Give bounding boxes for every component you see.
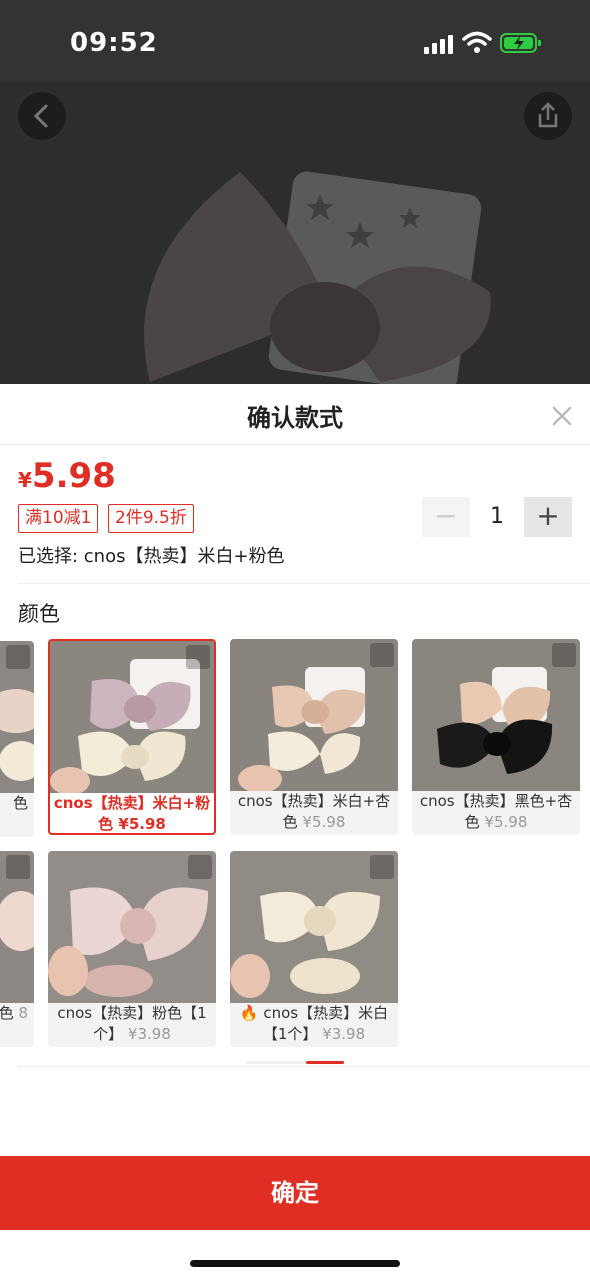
battery-icon	[500, 33, 541, 53]
variant-card[interactable]: 🔥 cnos【热卖】米白【1个】 ¥3.98	[230, 851, 398, 1047]
variant-grid: 色 cnos【热卖】米白+粉色 ¥5.98 cnos【热卖】米白+杏色 ¥5.9…	[0, 639, 590, 1059]
variant-price: ¥5.98	[302, 813, 346, 831]
status-time: 09:52	[70, 28, 158, 58]
style-select-sheet: 确认款式 ¥5.98 满10减1 2件9.5折 − 1 + 已选择: cnos【…	[0, 384, 590, 1280]
variant-name: 色	[0, 1004, 14, 1022]
share-icon	[538, 102, 558, 128]
close-icon[interactable]	[546, 400, 578, 432]
variant-card[interactable]: cnos【热卖】米白+杏色 ¥5.98	[230, 639, 398, 835]
variant-price: ¥3.98	[322, 1025, 366, 1043]
quantity-increase-button[interactable]: +	[524, 497, 572, 537]
expand-icon[interactable]	[6, 645, 30, 669]
selected-variant-label: 已选择: cnos【热卖】米白+粉色	[18, 546, 285, 567]
wifi-icon	[462, 31, 492, 53]
share-button[interactable]	[524, 92, 572, 140]
quantity-value[interactable]: 1	[476, 497, 518, 537]
product-image-backdrop	[0, 82, 590, 384]
scroll-indicator-thumb	[306, 1061, 344, 1064]
confirm-button[interactable]: 确定	[0, 1156, 590, 1230]
section-label-color: 颜色	[18, 602, 60, 626]
price-value: 5.98	[31, 456, 116, 496]
variant-price: ¥5.98	[484, 813, 528, 831]
variant-card[interactable]: 色	[0, 641, 34, 837]
expand-icon[interactable]	[188, 855, 212, 879]
signal-icon	[424, 34, 454, 54]
variant-card[interactable]: 色 8	[0, 851, 34, 1047]
expand-icon[interactable]	[370, 855, 394, 879]
variant-price: ¥3.98	[127, 1025, 171, 1043]
variant-price: 8	[18, 1004, 28, 1022]
divider	[18, 583, 590, 584]
chevron-left-icon	[33, 104, 48, 128]
variant-card[interactable]: cnos【热卖】黑色+杏色 ¥5.98	[412, 639, 580, 835]
divider	[0, 444, 590, 445]
status-bar: 09:52	[0, 0, 590, 82]
divider	[18, 1066, 590, 1067]
variant-name: 色	[12, 794, 28, 812]
quantity-decrease-button[interactable]: −	[422, 497, 470, 537]
home-indicator[interactable]	[190, 1260, 400, 1267]
variant-card-selected[interactable]: cnos【热卖】米白+粉色 ¥5.98	[48, 639, 216, 835]
price-currency: ¥	[18, 468, 32, 492]
expand-icon[interactable]	[370, 643, 394, 667]
variant-card[interactable]: cnos【热卖】粉色【1个】 ¥3.98	[48, 851, 216, 1047]
hot-flame-icon: 🔥	[239, 1004, 259, 1022]
expand-icon[interactable]	[186, 645, 210, 669]
promo-tag: 满10减1	[18, 504, 99, 533]
expand-icon[interactable]	[552, 643, 576, 667]
expand-icon[interactable]	[6, 855, 30, 879]
product-photo	[0, 82, 590, 384]
back-button[interactable]	[18, 92, 66, 140]
sheet-title: 确认款式	[247, 404, 343, 432]
promo-tag: 2件9.5折	[108, 504, 194, 533]
price: ¥5.98	[18, 456, 116, 496]
variant-price: ¥5.98	[118, 815, 166, 833]
